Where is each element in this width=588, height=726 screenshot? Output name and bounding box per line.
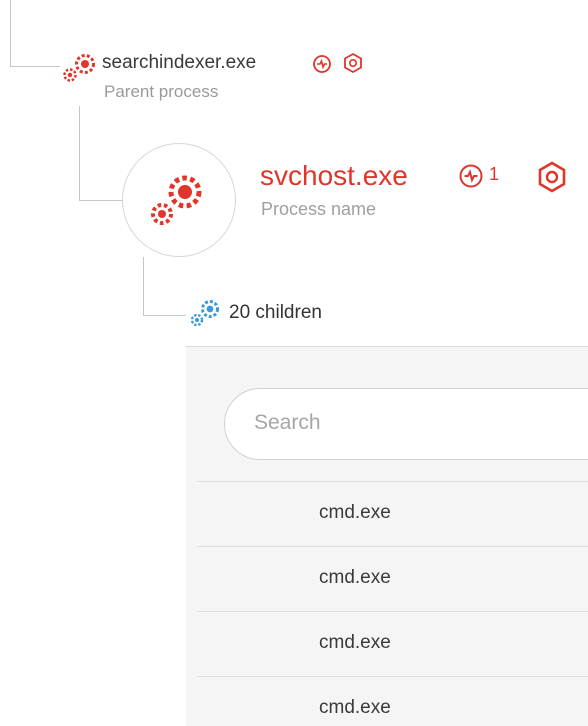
list-item[interactable]: cmd.exe — [197, 676, 588, 726]
activity-icon[interactable] — [312, 54, 332, 79]
tree-line-root-vertical — [10, 0, 11, 66]
gears-icon — [145, 168, 213, 237]
tree-line-root-horizontal — [10, 66, 60, 67]
list-item-label: cmd.exe — [319, 502, 391, 523]
children-panel: Search cmd.exe cmd.exe cmd.exe cmd.exe — [186, 346, 588, 726]
tree-line-parent-vertical — [79, 106, 80, 200]
activity-icon[interactable] — [458, 163, 484, 194]
list-item[interactable]: cmd.exe — [197, 481, 588, 547]
process-name-label: Process name — [261, 199, 377, 219]
gears-icon — [60, 50, 100, 89]
tree-line-process-horizontal — [143, 315, 186, 316]
tree-line-parent-horizontal — [79, 200, 122, 201]
search-placeholder: Search — [254, 411, 321, 434]
list-item[interactable]: cmd.exe — [197, 546, 588, 612]
list-item-label: cmd.exe — [319, 697, 391, 718]
gears-icon — [188, 296, 224, 335]
list-item-label: cmd.exe — [319, 567, 391, 588]
search-input[interactable]: Search — [224, 388, 588, 460]
process-name[interactable]: svchost.exe — [260, 160, 408, 192]
parent-process-name[interactable]: searchindexer.exe — [102, 52, 256, 74]
shield-icon[interactable] — [535, 160, 569, 199]
tree-line-process-vertical — [143, 257, 144, 315]
parent-process-label: Parent process — [104, 82, 219, 101]
activity-count: 1 — [489, 164, 500, 184]
children-toggle[interactable]: 20 children — [229, 302, 322, 324]
shield-icon[interactable] — [342, 52, 364, 79]
list-item-label: cmd.exe — [319, 632, 391, 653]
process-node-circle[interactable] — [122, 143, 236, 257]
list-item[interactable]: cmd.exe — [197, 611, 588, 677]
